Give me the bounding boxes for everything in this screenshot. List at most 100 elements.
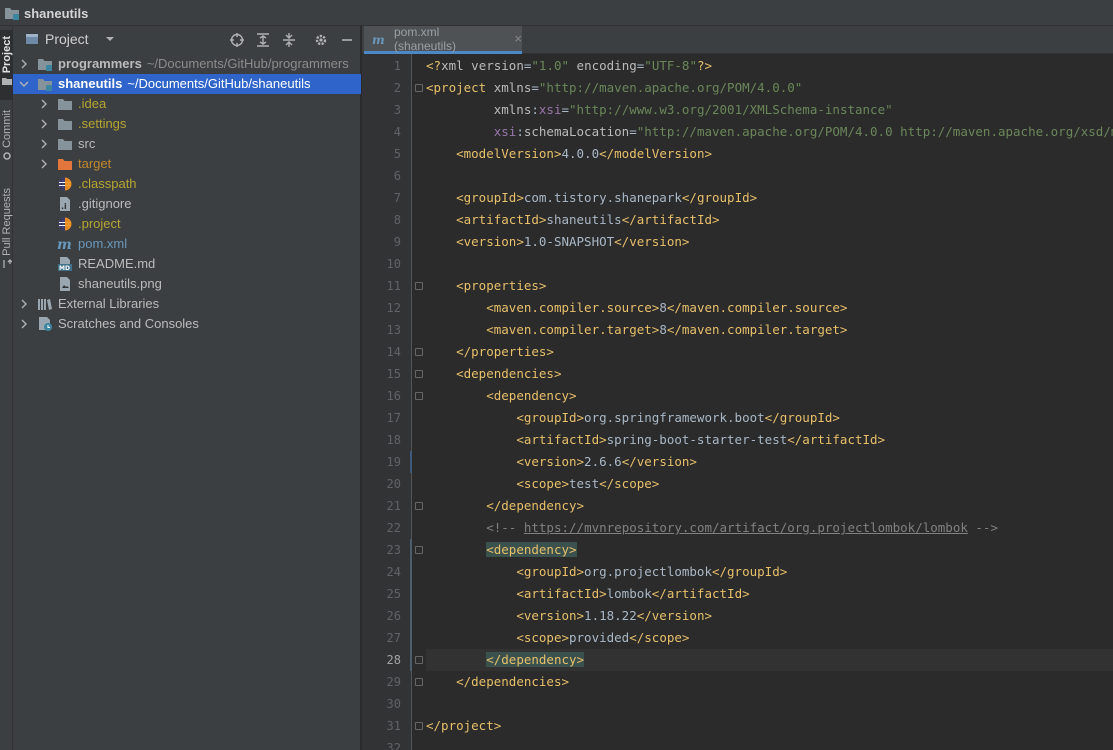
tree-item-name: Scratches and Consoles — [58, 316, 199, 331]
tree-item[interactable]: .project — [13, 214, 361, 234]
code-line[interactable] — [426, 693, 1113, 715]
code-line[interactable]: <artifactId>shaneutils</artifactId> — [426, 209, 1113, 231]
code-line[interactable] — [426, 253, 1113, 275]
locate-icon[interactable] — [229, 32, 245, 48]
chevron-right-icon[interactable] — [39, 98, 49, 110]
project-view-selector[interactable]: Project — [25, 31, 115, 47]
code-token: </artifactId> — [651, 586, 750, 601]
code-token: <scope> — [516, 630, 569, 645]
editor-tab-pom[interactable]: m pom.xml (shaneutils) × — [364, 25, 522, 54]
code-line[interactable]: </dependency> — [426, 495, 1113, 517]
fold-marker-icon[interactable] — [415, 502, 423, 510]
code-token: xmlns — [493, 102, 532, 117]
fold-marker-icon[interactable] — [415, 722, 423, 730]
line-number: 18 — [386, 433, 401, 447]
chevron-right-icon[interactable] — [19, 58, 29, 70]
tree-item-name: .settings — [78, 116, 127, 131]
code-token: : — [516, 124, 524, 139]
tree-item[interactable]: .idea — [13, 94, 361, 114]
code-line[interactable]: </properties> — [426, 341, 1113, 363]
fold-marker-icon[interactable] — [415, 392, 423, 400]
chevron-right-icon[interactable] — [39, 158, 49, 170]
tree-item-label: README.md — [78, 256, 155, 272]
tree-item[interactable]: MD README.md — [13, 254, 361, 274]
code-token: <maven.compiler.target> — [486, 322, 660, 337]
code-line[interactable]: <properties> — [426, 275, 1113, 297]
code-line[interactable]: </project> — [426, 715, 1113, 737]
code-line[interactable]: <!-- https://mvnrepository.com/artifact/… — [426, 517, 1113, 539]
tree-item[interactable]: m pom.xml — [13, 234, 361, 254]
code-token: org.projectlombok — [584, 564, 712, 579]
code-area[interactable]: <?xml version="1.0" encoding="UTF-8"?> <p… — [426, 54, 1113, 750]
code-line[interactable]: <version>2.6.6</version> — [426, 451, 1113, 473]
tree-item[interactable]: target — [13, 154, 361, 174]
code-line[interactable]: <modelVersion>4.0.0</modelVersion> — [426, 143, 1113, 165]
code-line[interactable]: <version>1.18.22</version> — [426, 605, 1113, 627]
project-tool-tab[interactable]: Project — [0, 30, 13, 100]
chevron-right-icon[interactable] — [19, 318, 29, 330]
tree-item-label: External Libraries — [58, 296, 159, 312]
code-token: </version> — [621, 454, 697, 469]
code-line[interactable]: <version>1.0-SNAPSHOT</version> — [426, 231, 1113, 253]
code-line[interactable]: <dependency> — [426, 539, 1113, 561]
code-line[interactable]: <dependencies> — [426, 363, 1113, 385]
code-line[interactable]: <groupId>org.projectlombok</groupId> — [426, 561, 1113, 583]
line-number: 14 — [386, 345, 401, 359]
tree-item[interactable]: shaneutils.png — [13, 274, 361, 294]
code-line[interactable]: </dependency> — [426, 649, 1113, 671]
tree-item[interactable]: shaneutils ~/Documents/GitHub/shaneutils — [13, 74, 361, 94]
code-line[interactable]: xmlns:xsi="http://www.w3.org/2001/XMLSch… — [426, 99, 1113, 121]
fold-marker-icon[interactable] — [415, 370, 423, 378]
chevron-right-icon[interactable] — [39, 118, 49, 130]
expand-all-icon[interactable] — [255, 32, 271, 48]
code-line[interactable]: <project xmlns="http://maven.apache.org/… — [426, 77, 1113, 99]
eclipse-file-icon — [58, 217, 72, 231]
tree-item[interactable]: src — [13, 134, 361, 154]
breadcrumb[interactable]: shaneutils — [4, 4, 88, 22]
fold-marker-icon[interactable] — [415, 84, 423, 92]
code-line[interactable]: <artifactId>lombok</artifactId> — [426, 583, 1113, 605]
code-token: <groupId> — [456, 190, 524, 205]
code-line[interactable]: <groupId>org.springframework.boot</group… — [426, 407, 1113, 429]
code-line[interactable]: <maven.compiler.target>8</maven.compiler… — [426, 319, 1113, 341]
tree-item[interactable]: programmers ~/Documents/GitHub/programmer… — [13, 54, 361, 74]
tree-item[interactable]: .settings — [13, 114, 361, 134]
code-line[interactable] — [426, 737, 1113, 750]
close-icon[interactable]: × — [514, 31, 522, 46]
code-line[interactable]: <groupId>com.tistory.shanepark</groupId> — [426, 187, 1113, 209]
tree-item[interactable]: Scratches and Consoles — [13, 314, 361, 334]
code-line[interactable]: <scope>test</scope> — [426, 473, 1113, 495]
gear-icon[interactable] — [313, 32, 329, 48]
fold-marker-icon[interactable] — [415, 348, 423, 356]
chevron-right-icon[interactable] — [19, 298, 29, 310]
code-line[interactable]: <scope>provided</scope> — [426, 627, 1113, 649]
fold-marker-icon[interactable] — [415, 656, 423, 664]
tree-item[interactable]: .i .gitignore — [13, 194, 361, 214]
code-token: xsi — [493, 124, 517, 139]
code-line[interactable]: xsi:schemaLocation="http://maven.apache.… — [426, 121, 1113, 143]
code-line[interactable]: </dependencies> — [426, 671, 1113, 693]
line-number: 23 — [386, 543, 401, 557]
code-token: encoding — [569, 58, 637, 73]
code-line[interactable] — [426, 165, 1113, 187]
chevron-down-icon[interactable] — [19, 78, 29, 90]
image-file-icon — [60, 277, 70, 291]
tree-item[interactable]: External Libraries — [13, 294, 361, 314]
chevron-right-icon[interactable] — [39, 138, 49, 150]
collapse-all-icon[interactable] — [281, 32, 297, 48]
code-line[interactable]: <artifactId>spring-boot-starter-test</ar… — [426, 429, 1113, 451]
code-line[interactable]: <dependency> — [426, 385, 1113, 407]
code-line[interactable]: <maven.compiler.source>8</maven.compiler… — [426, 297, 1113, 319]
fold-marker-icon[interactable] — [415, 546, 423, 554]
commit-tool-tab[interactable]: Commit — [0, 108, 13, 174]
hide-panel-icon[interactable] — [339, 32, 355, 48]
pull-requests-tool-tab[interactable]: Pull Requests — [0, 186, 13, 282]
line-number: 27 — [386, 631, 401, 645]
fold-marker-icon[interactable] — [415, 678, 423, 686]
fold-marker-icon[interactable] — [415, 282, 423, 290]
tree-item[interactable]: .classpath — [13, 174, 361, 194]
code-line[interactable]: <?xml version="1.0" encoding="UTF-8"?> — [426, 55, 1113, 77]
